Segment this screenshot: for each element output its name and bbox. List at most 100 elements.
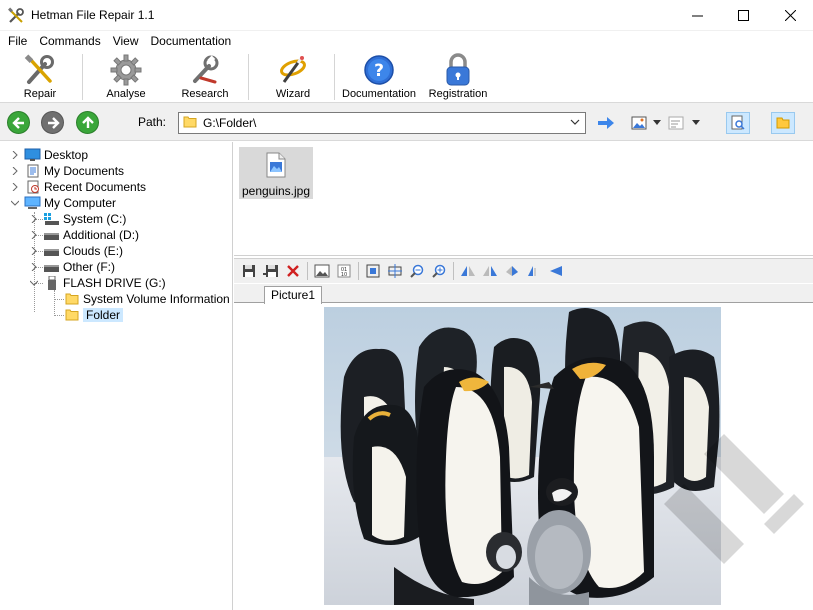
registration-label: Registration xyxy=(428,88,488,100)
fit-button[interactable] xyxy=(362,261,384,281)
flip-horizontal-button[interactable] xyxy=(457,261,479,281)
mirror-icon xyxy=(528,266,536,276)
title-bar: Hetman File Repair 1.1 xyxy=(0,0,813,31)
tree-item-my-documents[interactable]: My Documents xyxy=(10,163,124,179)
watermark-logo-icon xyxy=(664,434,804,564)
menu-file[interactable]: File xyxy=(2,31,33,51)
flip-vertical-icon xyxy=(483,266,497,276)
delete-button[interactable] xyxy=(282,261,304,281)
preview-toolbar: 01 10 xyxy=(234,258,813,283)
sort-button[interactable] xyxy=(668,113,686,133)
folder-icon xyxy=(776,117,790,129)
save-as-button[interactable] xyxy=(260,261,282,281)
view-mode-button[interactable] xyxy=(631,113,647,133)
rotate-button[interactable] xyxy=(501,261,523,281)
research-label: Research xyxy=(181,88,229,100)
penguins-photo xyxy=(324,307,721,605)
analyse-button[interactable]: Analyse xyxy=(103,53,149,101)
zoom-out-icon xyxy=(410,264,424,278)
repair-button[interactable]: Repair xyxy=(18,53,62,101)
forward-button[interactable] xyxy=(41,111,64,134)
hard-drive-icon xyxy=(43,244,60,258)
view-mode-dropdown[interactable] xyxy=(652,113,662,133)
folder-icon xyxy=(63,292,80,306)
path-field[interactable]: G:\Folder\ xyxy=(178,112,586,134)
tree-label: Other (F:) xyxy=(63,260,116,274)
tree-label: FLASH DRIVE (G:) xyxy=(63,276,166,290)
zoom-out-button[interactable] xyxy=(406,261,428,281)
documentation-label: Documentation xyxy=(342,88,416,100)
menu-documentation[interactable]: Documentation xyxy=(145,31,238,51)
chevron-right-icon[interactable] xyxy=(29,246,39,256)
up-button[interactable] xyxy=(76,111,99,134)
research-button[interactable]: Research xyxy=(180,53,230,101)
hex-view-button[interactable]: 01 10 xyxy=(333,261,355,281)
toolbar-divider xyxy=(453,262,454,280)
preview-page-icon xyxy=(731,115,745,130)
sort-dropdown[interactable] xyxy=(691,113,701,133)
tab-picture1[interactable]: Picture1 xyxy=(264,286,323,304)
go-button[interactable] xyxy=(597,113,615,133)
fit-screen-icon xyxy=(366,264,380,278)
chevron-right-icon[interactable] xyxy=(10,150,20,160)
registration-button[interactable]: Registration xyxy=(428,53,488,101)
folders-toggle-button[interactable] xyxy=(771,112,795,134)
tree-label: Clouds (E:) xyxy=(63,244,124,258)
repair-label: Repair xyxy=(23,88,57,100)
chevron-down-icon xyxy=(653,120,661,125)
chevron-down-icon[interactable] xyxy=(29,278,39,288)
actual-size-button[interactable] xyxy=(384,261,406,281)
image-view-button[interactable] xyxy=(311,261,333,281)
toolbar-divider xyxy=(82,54,83,100)
tree-item-clouds-drive[interactable]: Clouds (E:) xyxy=(29,243,123,259)
wizard-button[interactable]: Wizard xyxy=(272,53,314,101)
tree-item-system-drive[interactable]: System (C:) xyxy=(29,211,126,227)
chevron-right-icon[interactable] xyxy=(29,230,39,240)
chevron-down-icon[interactable] xyxy=(569,116,581,131)
tree-item-flash-drive[interactable]: FLASH DRIVE (G:) xyxy=(29,275,166,291)
maximize-button[interactable] xyxy=(720,0,766,31)
svg-text:?: ? xyxy=(374,61,384,81)
documents-icon xyxy=(24,164,41,178)
chevron-down-icon[interactable] xyxy=(10,198,20,208)
save-button[interactable] xyxy=(238,261,260,281)
back-button[interactable] xyxy=(7,111,30,134)
forward-arrow-icon xyxy=(47,116,60,129)
chevron-right-icon[interactable] xyxy=(29,214,39,224)
computer-icon xyxy=(24,196,41,210)
menu-view[interactable]: View xyxy=(107,31,145,51)
window-title: Hetman File Repair 1.1 xyxy=(31,8,155,22)
wrench-icon xyxy=(187,53,223,87)
svg-text:10: 10 xyxy=(341,272,347,278)
actual-size-icon xyxy=(388,264,402,278)
tree-item-additional-drive[interactable]: Additional (D:) xyxy=(29,227,139,243)
navigation-bar: Path: G:\Folder\ xyxy=(0,103,813,141)
tree-item-recent-documents[interactable]: Recent Documents xyxy=(10,179,146,195)
app-tools-icon xyxy=(7,7,25,25)
file-item[interactable]: penguins.jpg xyxy=(239,147,313,199)
tree-item-other-drive[interactable]: Other (F:) xyxy=(29,259,115,275)
windows-drive-icon xyxy=(43,212,60,226)
tree-item-desktop[interactable]: Desktop xyxy=(10,147,88,163)
mirror-button[interactable] xyxy=(523,261,545,281)
zoom-in-button[interactable] xyxy=(428,261,450,281)
back-arrow-icon xyxy=(11,116,24,129)
documentation-button[interactable]: ? Documentation xyxy=(342,53,416,101)
preview-toggle-button[interactable] xyxy=(726,112,750,134)
menu-commands[interactable]: Commands xyxy=(33,31,106,51)
rotate-left-button[interactable] xyxy=(545,261,567,281)
up-arrow-icon xyxy=(81,115,94,128)
chevron-right-icon[interactable] xyxy=(29,262,39,272)
tree-item-my-computer[interactable]: My Computer xyxy=(10,195,116,211)
tree-item-folder[interactable]: Folder xyxy=(63,307,124,323)
chevron-right-icon[interactable] xyxy=(10,166,20,176)
flip-vertical-button[interactable] xyxy=(479,261,501,281)
chevron-right-icon[interactable] xyxy=(10,182,20,192)
path-label: Path: xyxy=(138,115,167,129)
preview-tabs: Picture1 xyxy=(234,284,813,304)
minimize-button[interactable] xyxy=(674,0,720,31)
close-button[interactable] xyxy=(767,0,813,31)
main-toolbar: Repair Analyse Research Wizard ? Documen… xyxy=(0,51,813,103)
tree-item-system-volume-information[interactable]: System Volume Information xyxy=(63,291,230,307)
menu-bar: File Commands View Documentation xyxy=(0,31,813,51)
